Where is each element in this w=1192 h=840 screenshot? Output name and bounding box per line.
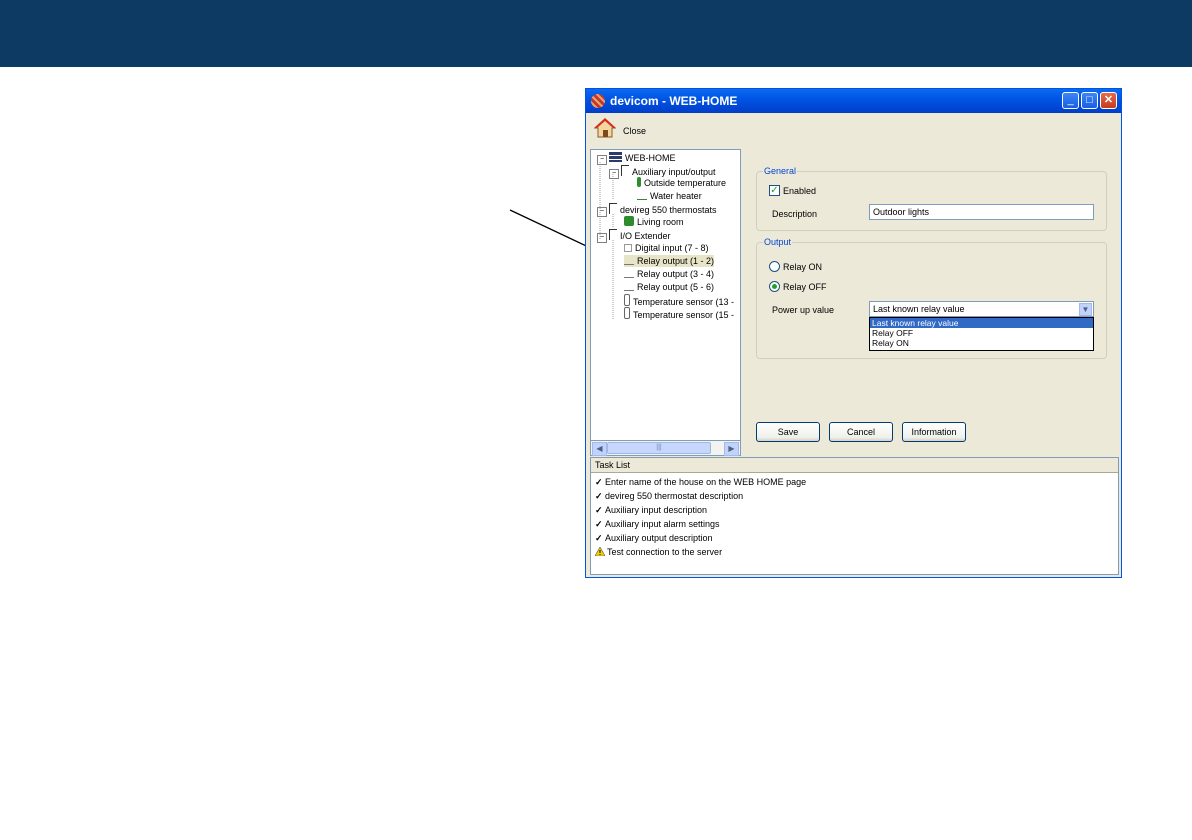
tree-item-relay-output-5-6[interactable]: Relay output (5 - 6) [624, 281, 714, 293]
task-item: Test connection to the server [595, 547, 722, 557]
tree-item-temperature-sensor-15[interactable]: Temperature sensor (15 - [624, 307, 734, 320]
tree-horizontal-scrollbar[interactable]: ◀ ||| ▶ [590, 440, 741, 456]
output-group: Output Relay ON Relay OFF Power up value… [756, 237, 1107, 359]
window-titlebar[interactable]: devicom - WEB-HOME _ □ ✕ [586, 89, 1121, 113]
scroll-left-icon[interactable]: ◀ [592, 442, 607, 456]
tree-item-living-room[interactable]: Living room [624, 216, 684, 228]
network-icon [609, 229, 617, 240]
power-up-dropdown-list[interactable]: Last known relay value Relay OFF Relay O… [869, 317, 1094, 351]
switch-icon [624, 285, 634, 291]
task-item: ✓ Auxiliary output description [595, 533, 713, 543]
checkmark-icon: ✓ [595, 533, 603, 543]
relay-off-label: Relay OFF [783, 282, 827, 292]
thermometer-icon [637, 177, 641, 187]
chevron-down-icon[interactable]: ▼ [1079, 303, 1092, 316]
power-up-select[interactable]: Last known relay value ▼ [869, 301, 1094, 317]
tree-item-temperature-sensor-13[interactable]: Temperature sensor (13 - [624, 294, 734, 307]
minimize-button[interactable]: _ [1062, 92, 1079, 109]
task-item: ✓ Auxiliary input alarm settings [595, 519, 720, 529]
relay-on-radio[interactable] [769, 261, 780, 272]
devicom-window: devicom - WEB-HOME _ □ ✕ Close − WEB-HOME… [585, 88, 1122, 578]
network-icon [621, 165, 629, 176]
thermometer-icon [624, 294, 630, 306]
checkmark-icon: ✓ [595, 505, 603, 515]
tree-item-web-home[interactable]: − WEB-HOME [597, 152, 676, 165]
checkmark-icon: ✓ [595, 491, 603, 501]
device-tree[interactable]: − WEB-HOME − Auxiliary input/output Outsid… [590, 149, 741, 456]
thermostat-icon [624, 216, 634, 226]
power-up-select-value: Last known relay value [873, 304, 965, 314]
tree-item-auxiliary-io[interactable]: − Auxiliary input/output [609, 165, 716, 179]
tree-item-outside-temperature[interactable]: Outside temperature [637, 177, 726, 189]
switch-icon [624, 259, 634, 265]
switch-icon [637, 194, 647, 200]
general-group: General ✓ Enabled Description Outdoor li… [756, 166, 1107, 231]
tree-item-relay-output-3-4[interactable]: Relay output (3 - 4) [624, 268, 714, 280]
task-list-header: Task List [591, 458, 1118, 473]
checkmark-icon: ✓ [595, 519, 603, 529]
dropdown-option-relay-on[interactable]: Relay ON [870, 338, 1093, 348]
scroll-thumb[interactable]: ||| [607, 442, 711, 454]
description-label: Description [772, 209, 818, 219]
tree-item-relay-output-1-2[interactable]: Relay output (1 - 2) [624, 255, 715, 267]
relay-off-radio[interactable] [769, 281, 780, 292]
dropdown-option-relay-off[interactable]: Relay OFF [870, 328, 1093, 338]
dropdown-option-last-known[interactable]: Last known relay value [870, 318, 1093, 328]
warning-icon [595, 547, 605, 556]
tree-item-io-extender[interactable]: − I/O Extender [597, 229, 671, 243]
maximize-button[interactable]: □ [1081, 92, 1098, 109]
output-group-title: Output [763, 237, 793, 247]
task-item: ✓ Auxiliary input description [595, 505, 708, 515]
window-title: devicom - WEB-HOME [610, 94, 738, 108]
toolbar: Close [586, 113, 1121, 145]
checkmark-icon: ✓ [595, 477, 603, 487]
scroll-right-icon[interactable]: ▶ [724, 442, 739, 456]
close-toolbar-label[interactable]: Close [623, 126, 646, 136]
task-list-panel: Task List ✓ Enter name of the house on th… [590, 457, 1119, 575]
tree-item-water-heater[interactable]: Water heater [637, 190, 702, 202]
description-input[interactable]: Outdoor lights [869, 204, 1094, 220]
relay-on-label: Relay ON [783, 262, 823, 272]
switch-icon [624, 272, 634, 278]
information-button[interactable]: Information [902, 422, 966, 442]
cancel-button[interactable]: Cancel [829, 422, 893, 442]
task-item: ✓ Enter name of the house on the WEB HOME… [595, 477, 807, 487]
page-header-bar [0, 0, 1192, 67]
tree-item-devireg-thermostats[interactable]: − devireg 550 thermostats [597, 203, 717, 217]
thermometer-icon [624, 307, 630, 319]
close-window-button[interactable]: ✕ [1100, 92, 1117, 109]
enabled-label: Enabled [783, 186, 817, 196]
save-button[interactable]: Save [756, 422, 820, 442]
server-icon [609, 152, 622, 162]
devicom-app-icon [591, 94, 605, 108]
tree-item-digital-input[interactable]: Digital input (7 - 8) [624, 242, 709, 254]
general-group-title: General [763, 166, 798, 176]
home-icon[interactable] [594, 117, 616, 139]
network-icon [609, 203, 617, 214]
power-up-label: Power up value [772, 305, 835, 315]
enabled-checkbox[interactable]: ✓ [769, 185, 780, 196]
input-icon [624, 244, 632, 252]
task-item: ✓ devireg 550 thermostat description [595, 491, 744, 501]
